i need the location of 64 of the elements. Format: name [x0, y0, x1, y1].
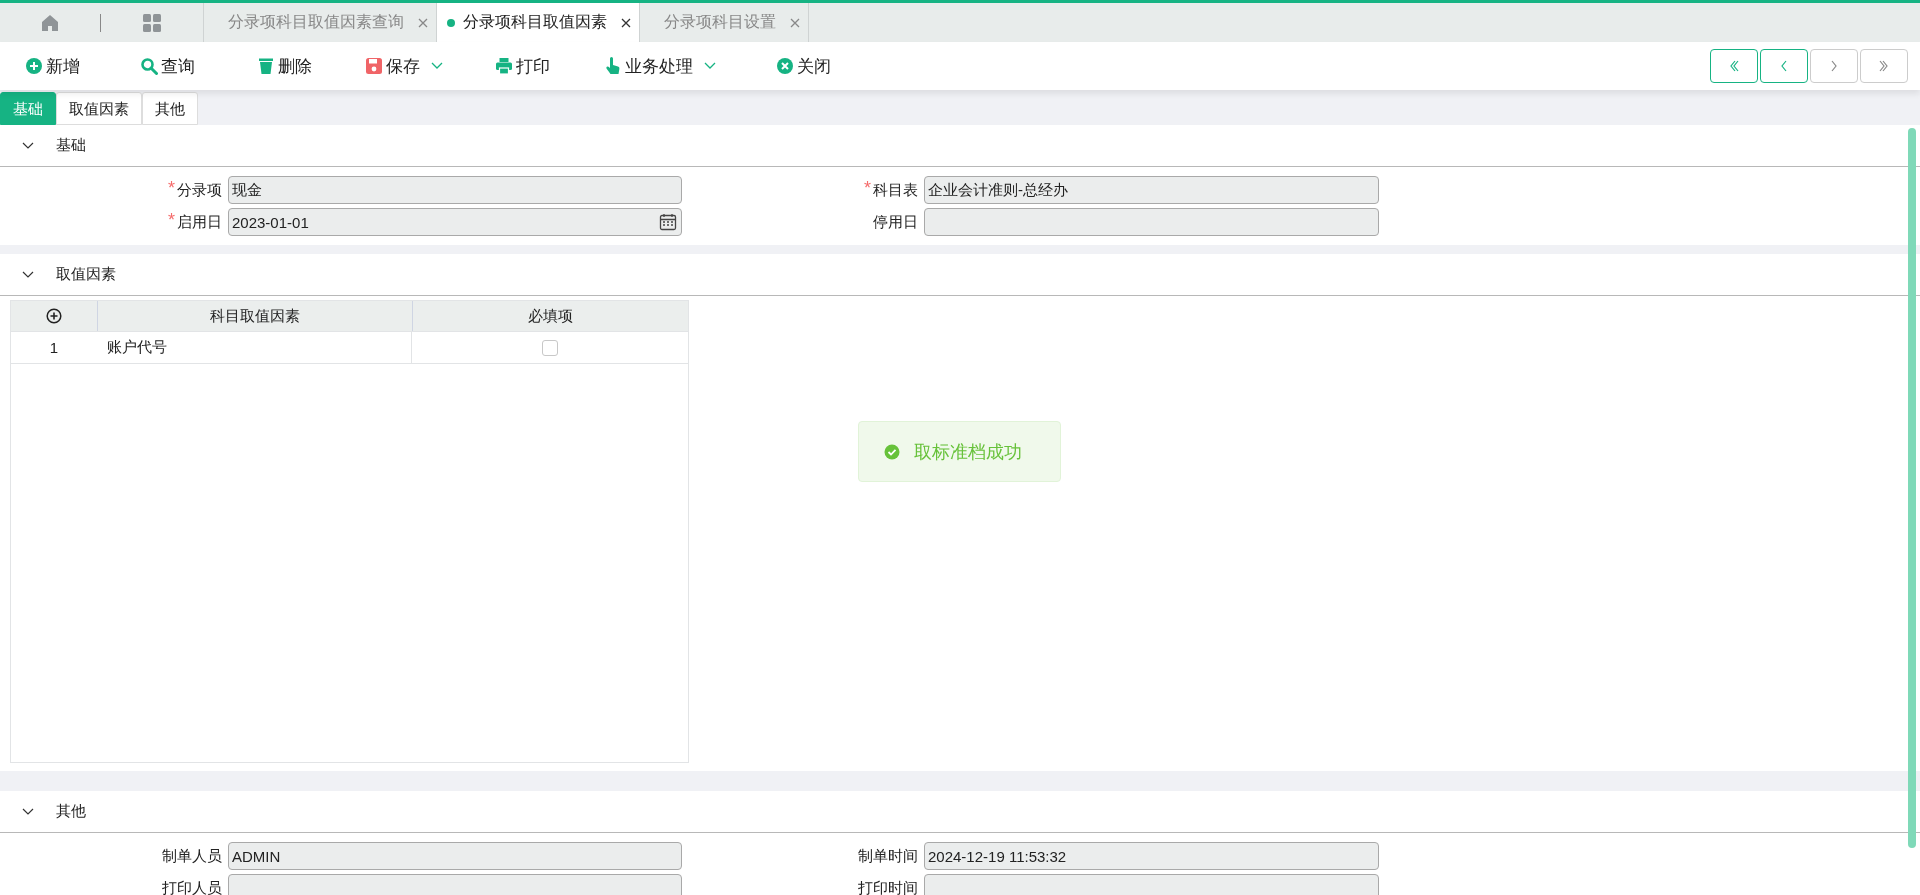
search-icon	[140, 57, 158, 75]
section-tab[interactable]: 取值因素	[56, 92, 142, 125]
chevron-icon[interactable]	[22, 141, 34, 150]
tab-label: 分录项科目设置	[664, 12, 776, 32]
section-title: 基础	[56, 136, 86, 155]
add-button[interactable]: 新增	[25, 50, 80, 82]
check-circle-icon	[884, 443, 900, 460]
double-chevron-left-icon	[1728, 60, 1740, 72]
required-mark: *	[168, 209, 175, 231]
active-dot	[447, 18, 455, 27]
section-tab[interactable]: 其他	[142, 92, 198, 125]
calendar-icon[interactable]	[659, 213, 677, 231]
close-icon[interactable]	[621, 17, 631, 28]
delete-button[interactable]: 删除	[257, 50, 312, 82]
column-header: 科目取值因素	[96, 301, 412, 331]
close-icon	[776, 57, 794, 75]
row-number: 1	[48, 338, 60, 358]
field-label: 打印人员	[162, 878, 222, 895]
save-button[interactable]: 保存	[365, 50, 443, 82]
field-label: 制单时间	[858, 846, 918, 866]
checkbox[interactable]	[542, 339, 558, 356]
tab-label: 分录项科目取值因素查询	[228, 12, 404, 32]
home-icon[interactable]	[40, 12, 60, 33]
close-button[interactable]: 关闭	[776, 50, 831, 82]
field-label: 科目表	[873, 180, 918, 200]
section-title: 取值因素	[56, 265, 116, 284]
chevron-icon[interactable]	[22, 270, 34, 279]
search-button[interactable]: 查询	[140, 50, 195, 82]
grid-icon[interactable]	[142, 12, 162, 33]
toast-text: 取标准档成功	[914, 440, 1022, 464]
date-field[interactable]: 2023-01-01	[228, 208, 682, 236]
double-chevron-right-icon	[1878, 60, 1890, 72]
printer-icon	[495, 57, 513, 75]
chevron-down-icon	[431, 62, 443, 70]
chevron-down-icon	[704, 62, 716, 70]
input-field[interactable]	[924, 874, 1379, 895]
input-field[interactable]: 2024-12-19 11:53:32	[924, 842, 1379, 870]
chevron-icon[interactable]	[22, 807, 34, 816]
trash-icon	[257, 57, 275, 75]
print-button[interactable]: 打印	[495, 50, 550, 82]
first-page-button[interactable]	[1710, 49, 1758, 83]
input-field[interactable]	[924, 208, 1379, 236]
input-field[interactable]: 现金	[228, 176, 682, 204]
section-title: 其他	[56, 802, 86, 821]
input-field[interactable]	[228, 874, 682, 895]
pointing-hand-icon	[604, 57, 622, 75]
required-mark: *	[168, 177, 175, 199]
field-label: 分录项	[177, 180, 222, 200]
required-mark: *	[864, 177, 871, 199]
previous-button[interactable]	[1760, 49, 1808, 83]
tab-label: 分录项科目取值因素	[463, 12, 607, 32]
column-header: 必填项	[411, 301, 688, 331]
field-label: 打印时间	[858, 878, 918, 895]
process-button[interactable]: 业务处理	[604, 50, 716, 82]
table-cell: 账户代号	[97, 332, 412, 363]
field-label: 停用日	[873, 212, 918, 232]
scrollbar[interactable]	[1908, 128, 1916, 848]
input-field[interactable]: 企业会计准则-总经办	[924, 176, 1379, 204]
field-label: 启用日	[177, 212, 222, 232]
field-label: 制单人员	[162, 846, 222, 866]
page-tab[interactable]: 分录项科目取值因素	[436, 3, 639, 42]
plus-circle-icon	[25, 57, 43, 75]
plus-circle-icon[interactable]	[45, 308, 62, 324]
input-field[interactable]: ADMIN	[228, 842, 682, 870]
